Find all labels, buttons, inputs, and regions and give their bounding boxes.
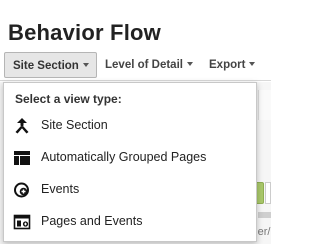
menu-item-label: Events <box>41 182 80 196</box>
view-type-dropdown-menu: Select a view type: Site Section Automat… <box>3 82 257 242</box>
chevron-down-icon <box>186 61 193 66</box>
menu-item-label: Automatically Grouped Pages <box>41 150 207 164</box>
background-control-edge <box>265 182 271 204</box>
chevron-down-icon <box>82 62 89 67</box>
export-label: Export <box>209 59 246 71</box>
level-of-detail-label: Level of Detail <box>105 59 183 71</box>
menu-header: Select a view type: <box>15 92 122 106</box>
level-of-detail-dropdown-button[interactable]: Level of Detail <box>105 52 193 78</box>
split-arrow-icon <box>13 118 31 134</box>
site-section-dropdown-button[interactable]: Site Section <box>4 52 97 78</box>
menu-item-events[interactable]: Events <box>4 175 256 205</box>
page-title: Behavior Flow <box>8 20 161 45</box>
menu-item-automatically-grouped-pages[interactable]: Automatically Grouped Pages <box>4 143 256 173</box>
menu-item-site-section[interactable]: Site Section <box>4 111 256 141</box>
chevron-down-icon <box>249 61 256 66</box>
site-section-label: Site Section <box>13 60 79 72</box>
view-toolbar: Site Section Level of Detail Export <box>0 50 271 81</box>
background-panel-edge <box>258 90 271 120</box>
export-dropdown-button[interactable]: Export <box>209 52 256 78</box>
menu-item-label: Pages and Events <box>41 214 143 228</box>
events-icon <box>13 182 31 198</box>
background-divider <box>258 212 271 218</box>
behavior-flow-page: Behavior Flow Site Section Level of Deta… <box>0 0 271 244</box>
grouped-pages-icon <box>13 150 31 166</box>
menu-item-pages-and-events[interactable]: Pages and Events <box>4 207 256 237</box>
menu-item-label: Site Section <box>41 118 108 132</box>
pages-and-events-icon <box>13 214 31 230</box>
